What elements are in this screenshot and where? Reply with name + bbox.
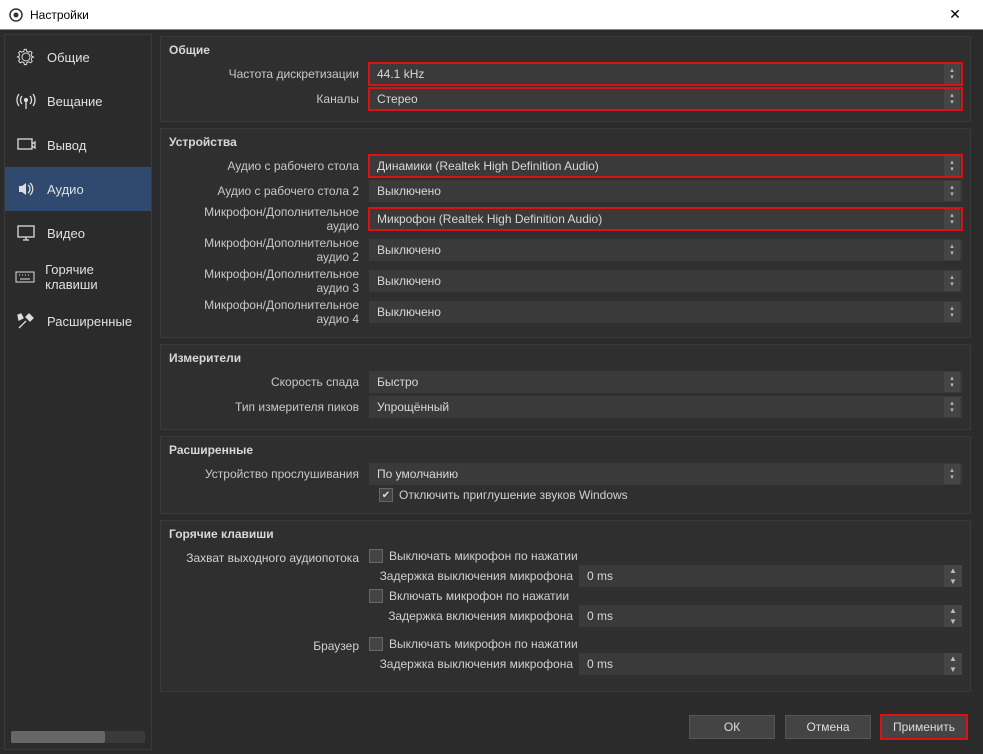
updown-icon — [944, 240, 960, 260]
app-icon — [8, 7, 24, 23]
enable-delay-input[interactable]: 0 ms — [579, 605, 944, 627]
section-advanced: Расширенные Устройство прослушиванияПо у… — [160, 436, 971, 514]
monitoring-device-select[interactable]: По умолчанию — [369, 463, 962, 485]
updown-icon — [944, 156, 960, 176]
sidebar-item-output[interactable]: Вывод — [5, 123, 151, 167]
sample-rate-select[interactable]: 44.1 kHz — [369, 63, 962, 85]
monitoring-device-label: Устройство прослушивания — [169, 467, 369, 481]
cancel-button[interactable]: Отмена — [785, 715, 871, 739]
mic-audio3-label: Микрофон/Дополнительное аудио 3 — [169, 267, 369, 295]
sidebar-label: Общие — [47, 50, 90, 65]
spin-buttons[interactable]: ▲▼ — [944, 653, 962, 675]
section-devices: Устройства Аудио с рабочего столаДинамик… — [160, 128, 971, 338]
updown-icon — [944, 89, 960, 109]
mic-audio4-select[interactable]: Выключено — [369, 301, 962, 323]
spin-buttons[interactable]: ▲▼ — [944, 565, 962, 587]
mute-delay-label: Задержка выключения микрофона — [369, 569, 579, 583]
mic-audio2-label: Микрофон/Дополнительное аудио 2 — [169, 236, 369, 264]
speaker-icon — [15, 178, 37, 200]
updown-icon — [944, 181, 960, 201]
browser-mute-delay-input[interactable]: 0 ms — [579, 653, 944, 675]
browser-mute-ptt-checkbox[interactable] — [369, 637, 383, 651]
enable-ptt-label: Включать микрофон по нажатии — [389, 589, 569, 603]
hotkey-group-browser-label: Браузер — [169, 635, 369, 677]
disable-ducking-label: Отключить приглушение звуков Windows — [399, 488, 628, 502]
window-title: Настройки — [30, 8, 935, 22]
sidebar: Общие Вещание Вывод Аудио Видео Горячие … — [4, 34, 152, 750]
mute-delay-input[interactable]: 0 ms — [579, 565, 944, 587]
broadcast-icon — [15, 90, 37, 112]
peak-meter-label: Тип измерителя пиков — [169, 400, 369, 414]
sidebar-item-general[interactable]: Общие — [5, 35, 151, 79]
section-title: Общие — [169, 43, 962, 57]
updown-icon — [944, 302, 960, 322]
sidebar-scrollbar[interactable] — [11, 731, 145, 743]
decay-rate-select[interactable]: Быстро — [369, 371, 962, 393]
section-title: Горячие клавиши — [169, 527, 962, 541]
close-button[interactable]: ✕ — [935, 6, 975, 23]
mic-audio2-select[interactable]: Выключено — [369, 239, 962, 261]
ok-button[interactable]: ОК — [689, 715, 775, 739]
mic-audio-select[interactable]: Микрофон (Realtek High Definition Audio) — [369, 208, 962, 230]
updown-icon — [944, 464, 960, 484]
channels-select[interactable]: Стерео — [369, 88, 962, 110]
sample-rate-label: Частота дискретизации — [169, 67, 369, 81]
section-general: Общие Частота дискретизации 44.1 kHz Кан… — [160, 36, 971, 122]
section-title: Расширенные — [169, 443, 962, 457]
keyboard-icon — [15, 266, 35, 288]
sidebar-item-hotkeys[interactable]: Горячие клавиши — [5, 255, 151, 299]
section-hotkeys: Горячие клавиши Захват выходного аудиопо… — [160, 520, 971, 692]
section-meters: Измерители Скорость спадаБыстро Тип изме… — [160, 344, 971, 430]
browser-mute-delay-label: Задержка выключения микрофона — [369, 657, 579, 671]
updown-icon — [944, 372, 960, 392]
mic-audio3-select[interactable]: Выключено — [369, 270, 962, 292]
channels-label: Каналы — [169, 92, 369, 106]
gear-icon — [15, 46, 37, 68]
sidebar-label: Аудио — [47, 182, 84, 197]
mic-audio4-label: Микрофон/Дополнительное аудио 4 — [169, 298, 369, 326]
updown-icon — [944, 397, 960, 417]
output-icon — [15, 134, 37, 156]
updown-icon — [944, 64, 960, 84]
sidebar-item-audio[interactable]: Аудио — [5, 167, 151, 211]
sidebar-item-stream[interactable]: Вещание — [5, 79, 151, 123]
hotkey-group-capture-label: Захват выходного аудиопотока — [169, 547, 369, 629]
updown-icon — [944, 209, 960, 229]
tools-icon — [15, 310, 37, 332]
section-title: Устройства — [169, 135, 962, 149]
bottom-bar: ОК Отмена Применить — [158, 704, 979, 750]
sidebar-item-advanced[interactable]: Расширенные — [5, 299, 151, 343]
enable-delay-label: Задержка включения микрофона — [369, 609, 579, 623]
mute-ptt-label: Выключать микрофон по нажатии — [389, 549, 578, 563]
updown-icon — [944, 271, 960, 291]
mute-ptt-checkbox[interactable] — [369, 549, 383, 563]
sidebar-label: Вещание — [47, 94, 103, 109]
peak-meter-select[interactable]: Упрощённый — [369, 396, 962, 418]
sidebar-label: Видео — [47, 226, 85, 241]
desktop-audio-select[interactable]: Динамики (Realtek High Definition Audio) — [369, 155, 962, 177]
sidebar-item-video[interactable]: Видео — [5, 211, 151, 255]
desktop-audio2-label: Аудио с рабочего стола 2 — [169, 184, 369, 198]
monitor-icon — [15, 222, 37, 244]
section-title: Измерители — [169, 351, 962, 365]
titlebar: Настройки ✕ — [0, 0, 983, 30]
apply-button[interactable]: Применить — [881, 715, 967, 739]
decay-rate-label: Скорость спада — [169, 375, 369, 389]
sidebar-label: Вывод — [47, 138, 86, 153]
enable-ptt-checkbox[interactable] — [369, 589, 383, 603]
spin-buttons[interactable]: ▲▼ — [944, 605, 962, 627]
sidebar-label: Горячие клавиши — [45, 262, 141, 292]
disable-ducking-checkbox[interactable] — [379, 488, 393, 502]
content-area: Общие Частота дискретизации 44.1 kHz Кан… — [152, 34, 979, 750]
sidebar-label: Расширенные — [47, 314, 132, 329]
desktop-audio2-select[interactable]: Выключено — [369, 180, 962, 202]
desktop-audio-label: Аудио с рабочего стола — [169, 159, 369, 173]
browser-mute-ptt-label: Выключать микрофон по нажатии — [389, 637, 578, 651]
mic-audio-label: Микрофон/Дополнительное аудио — [169, 205, 369, 233]
